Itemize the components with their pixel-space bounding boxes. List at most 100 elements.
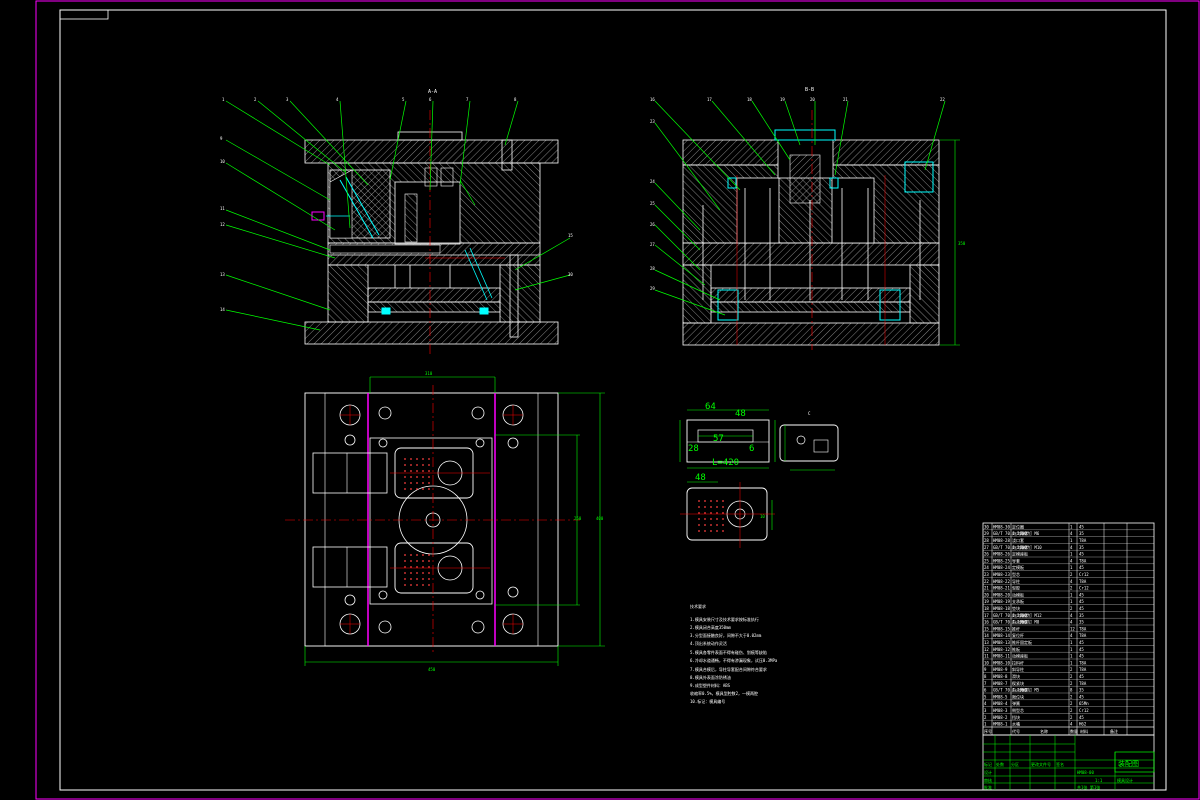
balloon: 21: [843, 97, 848, 102]
bom-cell: 楔紧块: [1012, 680, 1024, 686]
note-line: 收缩率0.5%，模具型腔数2，一模两腔: [690, 690, 758, 696]
notes-heading: 技术要求: [690, 603, 706, 609]
bom-cell: HM08-14: [993, 633, 1010, 638]
bom-cell: 浇口套: [1012, 537, 1024, 543]
bom-cell: 13: [984, 640, 989, 645]
bom-cell: HM08-22: [993, 579, 1010, 584]
bom-cell: 导柱: [1012, 578, 1020, 584]
school-name: 模具设计: [1117, 777, 1133, 783]
bom-cell: 2: [1070, 586, 1073, 591]
left-section-label: A-A: [428, 89, 437, 95]
designer-label: 设计: [984, 769, 992, 775]
balloon: 25: [650, 201, 655, 206]
bom-header-no: 序号: [984, 728, 992, 734]
bom-cell: HM08-8: [993, 674, 1008, 679]
bom-cell: 4: [1070, 613, 1073, 618]
bom-cell: 限位块: [1012, 693, 1024, 699]
approver-label: 批准: [984, 784, 992, 790]
bom-cell: T8A: [1079, 626, 1087, 631]
balloon: 29: [650, 286, 655, 291]
corner-code-box: [59, 9, 109, 20]
bom-cell: 35: [1079, 613, 1084, 618]
drawing-scale: 1:1: [1095, 778, 1103, 783]
bom-cell: Cr12: [1079, 572, 1089, 577]
bom-cell: HM08-11: [993, 654, 1010, 659]
bom-cell: 45: [1079, 599, 1084, 604]
bom-cell: 11: [984, 654, 989, 659]
bom-cell: 1: [1070, 654, 1073, 659]
part-front-left-dim: 28: [688, 444, 699, 454]
balloon: 8: [514, 97, 517, 102]
bom-cell: T8A: [1079, 579, 1087, 584]
bom-cell: 30: [984, 524, 989, 529]
top-width-dim: 310: [425, 371, 433, 376]
bom-cell: 1: [1070, 524, 1073, 529]
bom-cell: 7: [984, 681, 987, 686]
bom-cell: 定模板: [1012, 564, 1024, 570]
bom-cell: 导套: [1012, 557, 1020, 563]
bom-cell: 2: [1070, 674, 1073, 679]
bom-cell: 侧型芯: [1012, 707, 1024, 713]
bom-table: 30 HM08-30 定位圈 1 4529 GB/T 70.1-2000内六角螺钉 M6 4…: [982, 522, 1155, 736]
bom-header-code: 代号: [1012, 728, 1020, 734]
bom-cell: HM08-28: [993, 538, 1010, 543]
balloon: 30: [568, 272, 573, 277]
balloon: 16: [650, 97, 655, 102]
part-side-view: C: [779, 411, 839, 471]
bom-cell: T8A: [1079, 633, 1087, 638]
bom-cell: 4: [1070, 620, 1073, 625]
bom-cell: HM08-15: [993, 626, 1010, 631]
balloon: 12: [220, 222, 225, 227]
bom-cell: 弹簧: [1012, 700, 1020, 706]
bom-cell: 推杆固定板: [1012, 639, 1032, 645]
balloon: 23: [650, 119, 655, 124]
bom-cell: 1: [1070, 565, 1073, 570]
bom-cell: 1: [1070, 599, 1073, 604]
bom-cell: 22: [984, 579, 989, 584]
overall-width-dim: 450: [428, 667, 436, 672]
bom-cell: 垫块: [1012, 605, 1020, 611]
bom-rows: 30 HM08-30 定位圈 1 4529 GB/T 70.1-2000内六角螺钉 M6 4…: [983, 523, 1154, 728]
bom-cell: 16: [984, 620, 989, 625]
balloon: 28: [650, 266, 655, 271]
part-front-width-dim: L=420: [712, 458, 739, 468]
bom-cell: 35: [1079, 620, 1084, 625]
bom-cell: 8: [984, 674, 987, 679]
part-front-top-dim: 64: [705, 402, 716, 412]
bom-cell: 拉料杆: [1012, 659, 1024, 665]
bom-header-material: 材料: [1080, 728, 1088, 734]
drawing-number: HM08-00: [1077, 770, 1094, 775]
sheet-count: 共1张 第1张: [1077, 784, 1100, 790]
bom-cell: 17: [984, 613, 989, 618]
bom-cell: 2: [1070, 708, 1073, 713]
bom-cell: 14: [984, 633, 989, 638]
title-row-label: 分区: [1011, 761, 1019, 767]
bom-cell: 35: [1079, 688, 1084, 693]
bom-cell: 15: [984, 626, 989, 631]
bom-cell: 45: [1079, 524, 1084, 529]
bom-cell: 4: [1070, 722, 1073, 727]
bom-cell: 复位杆: [1012, 632, 1024, 638]
bom-cell: 26: [984, 552, 989, 557]
bom-cell: HM08-19: [993, 599, 1010, 604]
bom-cell: 斜导柱: [1012, 666, 1024, 672]
balloon: 27: [650, 242, 655, 247]
bom-cell: 1: [1070, 592, 1073, 597]
bom-cell: 1: [1070, 640, 1073, 645]
bom-cell: 45: [1079, 592, 1084, 597]
balloon: 9: [220, 136, 223, 141]
bom-cell: 2: [1070, 715, 1073, 720]
bom-cell: T8A: [1079, 538, 1087, 543]
bom-cell: 25: [984, 558, 989, 563]
detail-view-label: C: [808, 411, 811, 416]
part-front-mid-dim: 57: [713, 434, 724, 444]
bom-cell: HM08-18: [993, 606, 1010, 611]
bom-cell: 内六角螺钉 M5: [1012, 687, 1040, 693]
note-line: 3.分型面接触良好，间隙不大于0.02mm: [690, 632, 762, 638]
bom-cell: H62: [1079, 722, 1087, 727]
bom-cell: 2: [1070, 694, 1073, 699]
balloon: 5: [402, 97, 405, 102]
bom-cell: HM08-23: [993, 572, 1010, 577]
bom-cell: 5: [984, 694, 987, 699]
checker-label: 审核: [984, 777, 992, 783]
